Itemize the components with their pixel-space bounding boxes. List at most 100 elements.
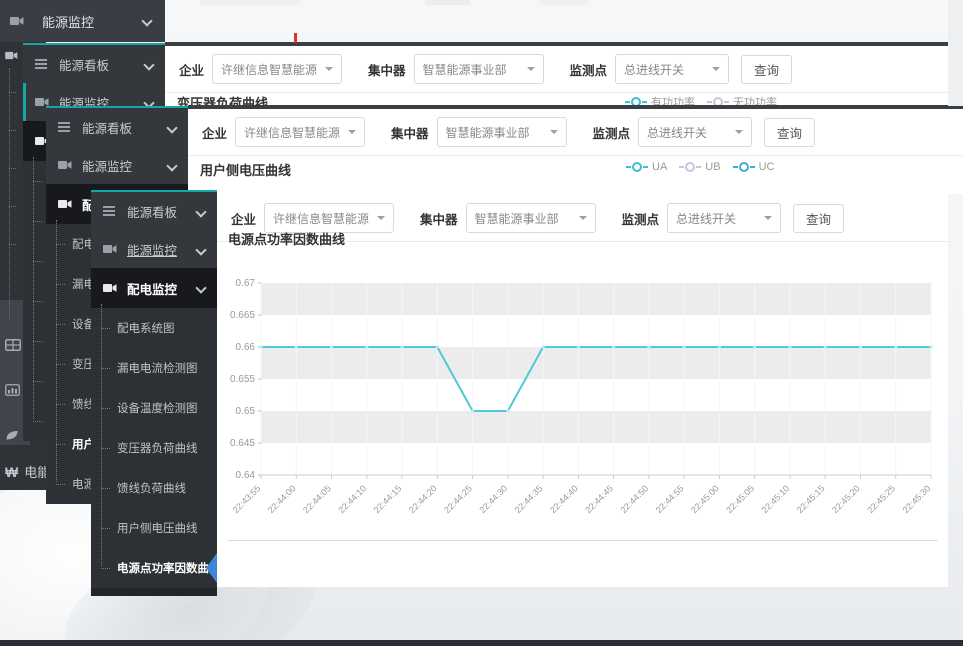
chevron-down-icon <box>195 206 206 217</box>
cursor-mark <box>294 33 297 43</box>
concentrator-select[interactable]: 智慧能源事业部 <box>437 117 567 147</box>
chevron-down-icon <box>141 15 152 26</box>
menu-item[interactable]: 能源监控 <box>91 230 217 268</box>
film-icon[interactable] <box>5 338 21 356</box>
caret-down-icon <box>377 216 385 220</box>
camera-icon <box>5 47 18 65</box>
submenu-item[interactable]: 用户侧电压曲线 <box>91 508 217 548</box>
legend-item[interactable]: UC <box>733 161 775 173</box>
sidebar-item-energy[interactable]: ₩ 电能 <box>5 462 50 481</box>
svg-text:22:45:30: 22:45:30 <box>901 483 933 515</box>
point-select[interactable]: 总进线开关 <box>667 203 781 233</box>
submenu-item-label: 设备温度检测图 <box>117 400 198 416</box>
caret-down-icon <box>550 130 558 134</box>
company-select-value: 许继信息智慧能源 <box>273 210 369 227</box>
caret-down-icon <box>735 130 743 134</box>
svg-text:22:45:00: 22:45:00 <box>689 483 721 515</box>
sidebar-menu: 能源看板能源监控配电监控配电系统图漏电电流检测图设备温度检测图变压器负荷曲线馈线… <box>91 190 217 588</box>
submenu-item[interactable]: 电源点功率因数曲线 <box>91 548 217 588</box>
legend-item[interactable]: UA <box>626 161 667 173</box>
search-button[interactable]: 查询 <box>764 118 815 147</box>
bottom-border-bar <box>0 640 963 646</box>
leaf-icon[interactable] <box>5 428 19 446</box>
app-root: 能源监控 ₩ 电能 能源看板能源监控配电监控配电系统图漏电电流检测图设备温度检测… <box>0 0 963 646</box>
svg-text:22:44:45: 22:44:45 <box>583 483 615 515</box>
won-icon: ₩ <box>5 464 18 480</box>
legend-label: UB <box>705 161 720 173</box>
content-panel: 企业许继信息智慧能源集中器智慧能源事业部监测点总进线开关查询 电源点功率因数曲线… <box>217 190 948 587</box>
legend-line <box>696 166 701 168</box>
content-panel: 企业许继信息智慧能源集中器智慧能源事业部监测点总进线开关查询 变压器负荷曲线 有… <box>165 42 948 110</box>
chevron-down-icon <box>166 122 177 133</box>
company-select[interactable]: 许继信息智慧能源 <box>235 117 365 147</box>
point-select-value: 总进线开关 <box>676 210 736 227</box>
menu-item-label: 能源监控 <box>127 240 177 259</box>
company-label: 企业 <box>231 209 256 228</box>
tree-tick <box>9 168 16 169</box>
svg-text:22:45:05: 22:45:05 <box>724 483 756 515</box>
company-select[interactable]: 许继信息智慧能源 <box>212 54 342 84</box>
legend-label: UC <box>759 161 775 173</box>
legend-item[interactable]: UB <box>679 161 720 173</box>
submenu-item-label: 配电系统图 <box>117 320 175 336</box>
search-button[interactable]: 查询 <box>741 55 792 84</box>
scroll-gutter[interactable] <box>948 0 963 106</box>
cropped-element <box>425 0 470 5</box>
submenu-item[interactable]: 设备温度检测图 <box>91 388 217 428</box>
submenu-item[interactable]: 配电系统图 <box>91 308 217 348</box>
concentrator-select[interactable]: 智慧能源事业部 <box>466 203 596 233</box>
menu-item[interactable]: 能源看板 <box>46 108 188 146</box>
concentrator-label: 集中器 <box>368 60 406 79</box>
caret-down-icon <box>527 67 535 71</box>
point-label: 监测点 <box>622 209 660 228</box>
camera-icon <box>10 15 26 27</box>
menu-item[interactable]: 能源看板 <box>23 45 165 83</box>
sidebar-item-energy-monitor-root[interactable]: 能源监控 <box>0 0 165 42</box>
camera-icon <box>103 282 119 294</box>
section-title: 电源点功率因数曲线 <box>228 229 345 248</box>
search-button[interactable]: 查询 <box>793 204 844 233</box>
svg-text:22:44:30: 22:44:30 <box>477 483 509 515</box>
concentrator-select-value: 智慧能源事业部 <box>446 124 530 141</box>
legend-label: UA <box>652 161 667 173</box>
legend-line <box>626 166 631 168</box>
concentrator-select[interactable]: 智慧能源事业部 <box>414 54 544 84</box>
legend-line <box>750 166 755 168</box>
svg-text:22:45:20: 22:45:20 <box>830 483 862 515</box>
tree-guide-line <box>9 68 10 320</box>
bar-chart-icon[interactable] <box>5 383 20 401</box>
legend-line <box>733 166 738 168</box>
camera-icon <box>103 243 119 255</box>
menu-item[interactable]: 配电监控 <box>91 268 217 308</box>
tree-tick <box>9 244 16 245</box>
section-title: 用户侧电压曲线 <box>200 160 291 179</box>
camera-icon <box>58 159 74 171</box>
menu-item[interactable]: 能源看板 <box>91 192 217 230</box>
svg-text:22:45:10: 22:45:10 <box>760 483 792 515</box>
submenu-item-label: 馈线负荷曲线 <box>117 480 186 496</box>
svg-text:22:43:55: 22:43:55 <box>231 483 263 515</box>
legend-ring-icon <box>685 162 695 172</box>
legend-ring-icon <box>739 162 749 172</box>
submenu-item[interactable]: 漏电电流检测图 <box>91 348 217 388</box>
company-select-value: 许继信息智慧能源 <box>221 61 317 78</box>
svg-text:0.64: 0.64 <box>236 470 256 481</box>
submenu-item[interactable]: 变压器负荷曲线 <box>91 428 217 468</box>
svg-text:22:44:50: 22:44:50 <box>618 483 650 515</box>
content-panel: 企业许继信息智慧能源集中器智慧能源事业部监测点总进线开关查询 用户侧电压曲线 U… <box>188 105 963 194</box>
svg-text:22:44:10: 22:44:10 <box>336 483 368 515</box>
svg-text:0.66: 0.66 <box>236 342 256 353</box>
point-select[interactable]: 总进线开关 <box>615 54 729 84</box>
caret-down-icon <box>579 216 587 220</box>
submenu-item-label: 变压器负荷曲线 <box>117 440 198 456</box>
menu-item-label: 能源监控 <box>82 156 132 175</box>
point-select[interactable]: 总进线开关 <box>638 117 752 147</box>
submenu-item[interactable]: 馈线负荷曲线 <box>91 468 217 508</box>
svg-text:22:45:25: 22:45:25 <box>865 483 897 515</box>
submenu-item-label: 漏电电流检测图 <box>117 360 198 376</box>
legend-line <box>642 101 647 103</box>
concentrator-select-value: 智慧能源事业部 <box>475 210 559 227</box>
point-label: 监测点 <box>593 123 631 142</box>
svg-text:22:44:05: 22:44:05 <box>301 483 333 515</box>
menu-item[interactable]: 能源监控 <box>46 146 188 184</box>
